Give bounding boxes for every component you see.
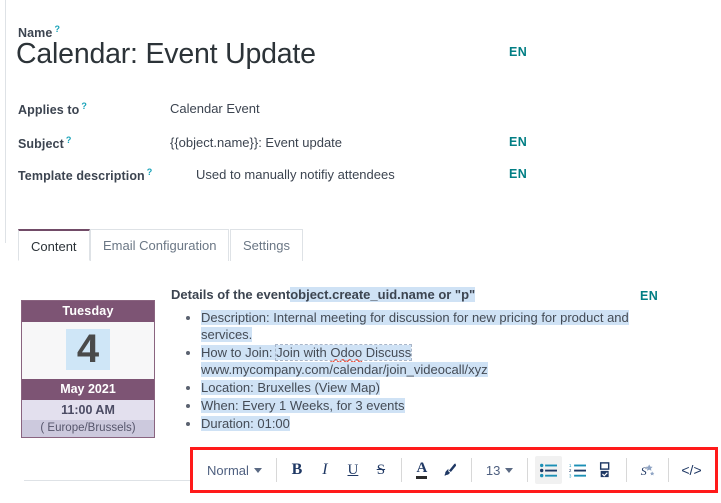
bullet-howtojoin-link[interactable]: Join with Odoo Discuss: [275, 344, 413, 361]
name-help-icon[interactable]: ?: [54, 24, 60, 34]
italic-icon: I: [322, 461, 328, 478]
form-header-area: Name? Calendar: Event Update EN Applies …: [0, 0, 721, 230]
bullet-duration: Duration: 01:00: [201, 416, 290, 431]
paintbrush-icon: [442, 462, 459, 479]
paragraph-style-select[interactable]: Normal: [199, 456, 270, 484]
numbered-list-button[interactable]: 1 2 3: [564, 456, 591, 484]
content-bottom-divider: [24, 480, 190, 481]
svg-text:3: 3: [569, 473, 572, 478]
email-template-form-page: Name? Calendar: Event Update EN Applies …: [0, 0, 721, 503]
date-card-timezone: ( Europe/Brussels): [22, 419, 154, 437]
details-heading: Details of the eventobject.create_uid.na…: [171, 287, 681, 302]
date-card-daybox: 4: [22, 322, 154, 379]
paragraph-style-value: Normal: [207, 462, 249, 478]
event-date-card: Tuesday 4 May 2021 11:00 AM ( Europe/Bru…: [21, 300, 155, 438]
font-color-icon: A: [416, 461, 428, 479]
bulleted-list-icon: [540, 463, 558, 478]
date-card-weekday: Tuesday: [22, 301, 154, 322]
background-color-button[interactable]: [437, 456, 464, 484]
font-color-button[interactable]: A: [409, 456, 435, 484]
name-input[interactable]: Calendar: Event Update: [16, 38, 316, 71]
template-description-input[interactable]: Used to manually notifiy attendees: [196, 167, 395, 182]
tab-settings[interactable]: Settings: [230, 229, 303, 261]
toolbar-separator: [400, 458, 402, 482]
join-link-text-a: Join with: [276, 345, 331, 360]
template-description-language-badge[interactable]: EN: [509, 167, 527, 181]
svg-text:2: 2: [569, 468, 572, 473]
editor-toolbar: Normal B I U S A 13 1 2 3 S </>: [193, 450, 715, 490]
toolbar-separator: [275, 458, 277, 482]
date-card-day: 4: [65, 329, 111, 370]
underline-button[interactable]: U: [340, 456, 366, 484]
toolbar-separator: [626, 458, 628, 482]
code-view-button[interactable]: </>: [676, 456, 706, 484]
numbered-list-icon: 1 2 3: [569, 463, 587, 478]
bullet-howtojoin-url[interactable]: www.mycompany.com/calendar/join_videocal…: [201, 362, 488, 377]
misspelled-word: Odoo: [330, 345, 363, 360]
toolbar-separator: [470, 458, 472, 482]
clear-format-icon: S: [639, 462, 656, 479]
svg-text:1: 1: [569, 463, 572, 468]
email-body-editor[interactable]: Details of the eventobject.create_uid.na…: [171, 287, 681, 433]
toolbar-separator: [527, 458, 529, 482]
subject-help-icon[interactable]: ?: [66, 135, 72, 145]
notebook-tabbar: Content Email Configuration Settings: [0, 229, 721, 263]
list-item[interactable]: Description: Internal meeting for discus…: [201, 309, 681, 343]
applies-to-value[interactable]: Calendar Event: [170, 101, 260, 116]
join-link-text-b: Discuss: [362, 345, 412, 360]
template-description-label-text: Template description: [18, 169, 145, 184]
font-size-value: 13: [485, 462, 501, 478]
code-icon: </>: [681, 462, 702, 478]
subject-input[interactable]: {{object.name}}: Event update: [170, 135, 342, 150]
strikethrough-button[interactable]: S: [368, 456, 394, 484]
tab-content[interactable]: Content: [18, 229, 90, 261]
template-description-field-label: Template description?: [18, 167, 152, 183]
bold-icon: B: [291, 461, 303, 478]
list-item[interactable]: Location: Bruxelles (View Map): [201, 379, 681, 396]
subject-label-text: Subject: [18, 137, 64, 152]
checklist-button[interactable]: [593, 456, 619, 484]
date-card-time: 11:00 AM: [22, 399, 154, 420]
bold-button[interactable]: B: [284, 456, 310, 484]
font-size-select[interactable]: 13: [478, 456, 521, 484]
event-details-list: Description: Internal meeting for discus…: [171, 309, 681, 432]
chevron-down-icon: [253, 467, 262, 473]
subject-language-badge[interactable]: EN: [509, 135, 527, 149]
tab-email-configuration[interactable]: Email Configuration: [90, 229, 230, 261]
bullet-description-line2: services.: [201, 327, 253, 342]
list-item[interactable]: When: Every 1 Weeks, for 3 events: [201, 397, 681, 414]
template-description-help-icon[interactable]: ?: [147, 167, 153, 177]
details-heading-placeholder[interactable]: object.create_uid.name or "p": [290, 287, 476, 302]
applies-to-label-text: Applies to: [18, 103, 80, 118]
applies-to-help-icon[interactable]: ?: [81, 101, 87, 111]
list-item[interactable]: How to Join: Join with Odoo Discusswww.m…: [201, 344, 681, 378]
editor-toolbar-highlight: Normal B I U S A 13 1 2 3 S </>: [190, 447, 718, 493]
strikethrough-icon: S: [376, 461, 386, 478]
underline-icon: U: [347, 461, 359, 478]
toolbar-separator: [668, 458, 670, 482]
checklist-icon: [599, 462, 613, 478]
bullet-howtojoin-label: How to Join:: [201, 345, 277, 360]
applies-to-field-label: Applies to?: [18, 101, 87, 117]
details-heading-static: Details of the event: [171, 287, 291, 302]
list-item[interactable]: Duration: 01:00: [201, 415, 681, 432]
bullet-location: Location: Bruxelles (View Map): [201, 380, 380, 395]
bullet-description-line1: Description: Internal meeting for discus…: [201, 310, 629, 325]
svg-text:S: S: [641, 463, 647, 477]
date-card-month-year: May 2021: [22, 378, 154, 400]
name-language-badge[interactable]: EN: [509, 45, 527, 59]
bullet-when: When: Every 1 Weeks, for 3 events: [201, 398, 405, 413]
italic-button[interactable]: I: [312, 456, 338, 484]
subject-field-label: Subject?: [18, 135, 71, 151]
chevron-down-icon: [505, 467, 514, 473]
clear-format-button[interactable]: S: [634, 456, 661, 484]
bulleted-list-button[interactable]: [535, 456, 563, 484]
